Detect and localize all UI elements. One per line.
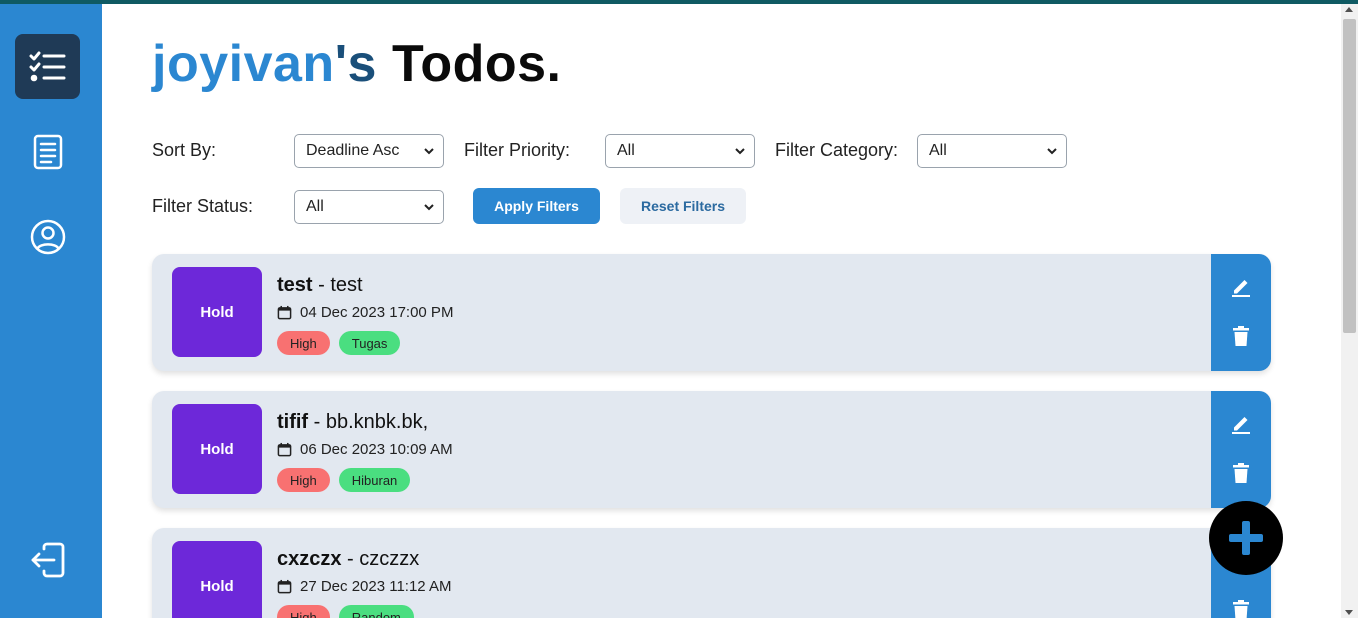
priority-tag: High (277, 605, 330, 618)
title-suffix: Todos. (391, 35, 562, 93)
todo-card: Hold tifif - bb.knbk.bk, 06 Dec 2023 10:… (152, 391, 1271, 508)
trash-icon (1233, 463, 1249, 483)
filter-status-select[interactable]: All (294, 190, 444, 224)
main-content: joyivan's Todos. Sort By: Deadline Asc F… (102, 4, 1340, 618)
chevron-down-icon (424, 148, 434, 155)
reset-filters-button[interactable]: Reset Filters (620, 188, 746, 224)
todo-tags: High Tugas (277, 331, 401, 355)
edit-button[interactable] (1229, 274, 1253, 298)
todo-title: cxzczx (277, 548, 342, 570)
scrollbar-thumb[interactable] (1343, 19, 1356, 333)
sidebar-item-profile[interactable] (15, 204, 80, 269)
status-badge: Hold (172, 541, 262, 618)
chevron-down-icon (735, 148, 745, 155)
filter-category-select[interactable]: All (917, 134, 1067, 168)
document-icon (33, 134, 62, 169)
todo-deadline-text: 27 Dec 2023 11:12 AM (300, 578, 452, 595)
delete-button[interactable] (1229, 461, 1253, 485)
calendar-icon (277, 442, 292, 457)
apply-filters-button[interactable]: Apply Filters (473, 188, 600, 224)
trash-icon (1233, 600, 1249, 618)
todo-tags: High Hiburan (277, 468, 411, 492)
sidebar-item-todos[interactable] (15, 34, 80, 99)
todo-deadline: 06 Dec 2023 10:09 AM (277, 441, 453, 458)
plus-icon (1229, 521, 1263, 555)
filter-status-value: All (306, 198, 324, 215)
todo-deadline: 27 Dec 2023 11:12 AM (277, 578, 452, 595)
delete-button[interactable] (1229, 324, 1253, 348)
todo-separator: - (341, 548, 360, 570)
sort-by-select[interactable]: Deadline Asc (294, 134, 444, 168)
todo-tags: High Random (277, 605, 414, 618)
delete-button[interactable] (1229, 598, 1253, 618)
sidebar-item-logout[interactable] (15, 527, 80, 592)
edit-icon (1232, 417, 1250, 434)
todo-card: Hold cxzczx - czczzx 27 Dec 2023 11:12 A… (152, 528, 1271, 618)
sort-by-label: Sort By: (152, 140, 217, 160)
logout-icon (31, 542, 64, 577)
priority-tag: High (277, 331, 330, 355)
todo-actions (1211, 254, 1271, 371)
todo-separator: - (312, 274, 331, 296)
chevron-down-icon (424, 204, 434, 211)
todo-actions (1211, 391, 1271, 508)
category-tag: Random (338, 605, 414, 618)
todo-deadline-text: 06 Dec 2023 10:09 AM (300, 441, 453, 458)
edit-icon (1232, 280, 1250, 297)
calendar-icon (277, 579, 292, 594)
todo-separator: - (308, 411, 326, 433)
sidebar (0, 4, 102, 618)
category-tag: Hiburan (338, 468, 411, 492)
status-badge: Hold (172, 267, 262, 357)
user-circle-icon (30, 219, 65, 254)
filter-category-value: All (929, 142, 947, 159)
todo-card: Hold test - test 04 Dec 2023 17:00 PM Hi… (152, 254, 1271, 371)
todo-description: bb.knbk.bk, (325, 411, 429, 433)
filter-priority-value: All (617, 142, 635, 159)
edit-button[interactable] (1229, 411, 1253, 435)
todo-title-line: test - test (277, 274, 363, 297)
sort-by-value: Deadline Asc (306, 142, 400, 159)
calendar-icon (277, 305, 292, 320)
todo-description: czczzx (359, 548, 420, 570)
filter-priority-label: Filter Priority: (464, 140, 571, 160)
sidebar-item-notes[interactable] (15, 119, 80, 184)
todo-title-line: tifif - bb.knbk.bk, (277, 411, 428, 434)
top-accent-bar (0, 0, 1358, 4)
filter-priority-select[interactable]: All (605, 134, 755, 168)
priority-tag: High (277, 468, 330, 492)
trash-icon (1233, 326, 1249, 346)
todo-title: test (277, 274, 313, 296)
vertical-scrollbar[interactable] (1341, 4, 1358, 618)
checklist-icon (29, 51, 65, 81)
scroll-up-arrow-icon[interactable] (1345, 7, 1353, 12)
chevron-down-icon (1047, 148, 1057, 155)
page-title: joyivan's Todos. (152, 34, 562, 94)
todo-description: test (330, 274, 363, 296)
filter-status-label: Filter Status: (152, 196, 254, 216)
scroll-down-arrow-icon[interactable] (1345, 610, 1353, 615)
todo-title-line: cxzczx - czczzx (277, 548, 419, 571)
add-todo-button[interactable] (1209, 501, 1283, 575)
category-tag: Tugas (338, 331, 401, 355)
todo-title: tifif (277, 411, 309, 433)
status-badge: Hold (172, 404, 262, 494)
username: joyivan (152, 35, 335, 93)
title-apostrophe: 's (334, 35, 377, 93)
filter-category-label: Filter Category: (775, 140, 899, 160)
todo-deadline-text: 04 Dec 2023 17:00 PM (300, 304, 454, 321)
todo-deadline: 04 Dec 2023 17:00 PM (277, 304, 453, 321)
